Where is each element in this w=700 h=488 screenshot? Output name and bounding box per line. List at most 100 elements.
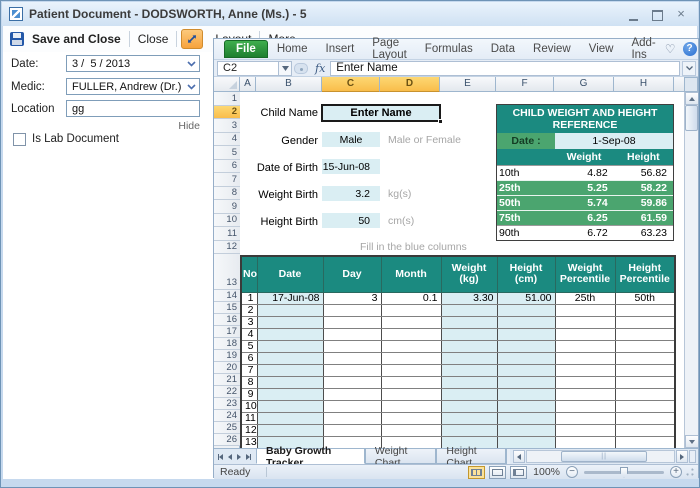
growth-cell[interactable] [257, 412, 323, 424]
row-header-7[interactable]: 7 [214, 173, 240, 187]
hscroll-right-icon[interactable] [676, 450, 688, 463]
growth-cell[interactable]: 0.1 [381, 292, 441, 304]
ribbon-tab-review[interactable]: Review [524, 41, 580, 57]
vertical-scroll-thumb[interactable] [685, 105, 698, 131]
column-header-g[interactable]: G [554, 77, 614, 92]
row-header-11[interactable]: 11 [214, 227, 240, 241]
growth-cell[interactable] [555, 388, 615, 400]
row-header-17[interactable]: 17 [214, 326, 240, 338]
growth-cell[interactable] [555, 328, 615, 340]
growth-cell[interactable] [497, 328, 555, 340]
zoom-in-icon[interactable]: + [670, 466, 682, 478]
close-icon[interactable]: × [674, 8, 688, 20]
growth-cell[interactable] [615, 340, 675, 352]
sheet-tab-baby-growth-tracker[interactable]: Baby Growth Tracker [256, 449, 365, 464]
growth-cell[interactable] [615, 364, 675, 376]
prev-sheet-icon[interactable] [228, 454, 232, 460]
location-input[interactable]: gg [66, 100, 200, 117]
fill-handle[interactable] [438, 119, 443, 124]
growth-cell[interactable] [615, 424, 675, 436]
growth-cell[interactable] [441, 376, 497, 388]
chevron-down-icon[interactable] [184, 79, 199, 94]
growth-cell[interactable] [555, 412, 615, 424]
zoom-out-icon[interactable]: − [566, 466, 578, 478]
growth-cell[interactable] [555, 436, 615, 448]
growth-cell[interactable] [323, 316, 381, 328]
row-header-21[interactable]: 21 [214, 374, 240, 386]
weight-birth-cell[interactable]: 3.2 [322, 186, 380, 201]
ribbon-tab-add-ins[interactable]: Add-Ins [622, 35, 664, 63]
growth-cell[interactable]: 1 [241, 292, 257, 304]
scroll-down-icon[interactable] [685, 435, 698, 448]
insert-function-icon[interactable]: fx [310, 62, 330, 75]
normal-view-button[interactable] [468, 466, 485, 479]
growth-cell[interactable] [257, 388, 323, 400]
next-sheet-icon[interactable] [237, 454, 241, 460]
growth-cell[interactable] [381, 340, 441, 352]
growth-cell[interactable]: 11 [241, 412, 257, 424]
growth-cell[interactable] [555, 316, 615, 328]
growth-cell[interactable]: 8 [241, 376, 257, 388]
maximize-icon[interactable] [650, 8, 664, 20]
growth-cell[interactable]: 10 [241, 400, 257, 412]
growth-cell[interactable] [441, 304, 497, 316]
sheet-tab-weight-chart[interactable]: Weight Chart [365, 449, 436, 464]
growth-cell[interactable] [323, 400, 381, 412]
row-header-20[interactable]: 20 [214, 362, 240, 374]
growth-cell[interactable] [615, 400, 675, 412]
ribbon-tab-view[interactable]: View [580, 41, 623, 57]
growth-cell[interactable] [555, 340, 615, 352]
ribbon-tab-formulas[interactable]: Formulas [416, 41, 482, 57]
row-header-1[interactable]: 1 [214, 92, 240, 106]
name-box[interactable]: C2 [217, 61, 279, 76]
growth-cell[interactable] [497, 424, 555, 436]
growth-cell[interactable] [381, 388, 441, 400]
growth-cell[interactable] [441, 340, 497, 352]
row-header-26[interactable]: 26 [214, 434, 240, 446]
row-header-19[interactable]: 19 [214, 350, 240, 362]
help-icon[interactable]: ? [683, 42, 697, 56]
column-header-a[interactable]: A [240, 77, 256, 92]
growth-cell[interactable] [323, 328, 381, 340]
growth-cell[interactable] [381, 412, 441, 424]
tab-split-handle[interactable] [506, 449, 511, 464]
zoom-slider[interactable] [584, 471, 664, 474]
growth-cell[interactable] [615, 352, 675, 364]
growth-cell[interactable] [381, 352, 441, 364]
row-header-4[interactable]: 4 [214, 133, 240, 147]
growth-cell[interactable]: 9 [241, 388, 257, 400]
row-header-25[interactable]: 25 [214, 422, 240, 434]
hide-link[interactable]: Hide [163, 120, 200, 132]
zoom-level[interactable]: 100% [533, 466, 560, 478]
formula-bar-splitter[interactable] [294, 63, 308, 74]
growth-cell[interactable] [381, 424, 441, 436]
growth-cell[interactable] [615, 436, 675, 448]
growth-cell[interactable] [441, 412, 497, 424]
growth-cell[interactable] [555, 352, 615, 364]
growth-cell[interactable] [381, 400, 441, 412]
scroll-up-icon[interactable] [685, 92, 698, 105]
growth-cell[interactable] [441, 352, 497, 364]
growth-cell[interactable] [497, 364, 555, 376]
growth-cell[interactable]: 51.00 [497, 292, 555, 304]
growth-cell[interactable] [323, 376, 381, 388]
growth-cell[interactable] [381, 304, 441, 316]
growth-cell[interactable] [615, 376, 675, 388]
growth-cell[interactable] [323, 388, 381, 400]
date-input[interactable]: 3 / 5 / 2013 [66, 55, 200, 72]
minimize-icon[interactable] [626, 8, 640, 20]
ribbon-tab-page-layout[interactable]: Page Layout [363, 35, 416, 63]
ribbon-tab-home[interactable]: Home [268, 41, 317, 57]
close-button[interactable]: Close [130, 32, 177, 46]
growth-cell[interactable] [381, 328, 441, 340]
growth-cell[interactable] [497, 340, 555, 352]
growth-cell[interactable] [257, 400, 323, 412]
row-header-16[interactable]: 16 [214, 314, 240, 326]
hscroll-left-icon[interactable] [513, 450, 525, 463]
growth-cell[interactable]: 3.30 [441, 292, 497, 304]
medic-input[interactable]: FULLER, Andrew (Dr.) [66, 78, 200, 95]
growth-cell[interactable] [555, 424, 615, 436]
growth-cell[interactable] [615, 304, 675, 316]
growth-cell[interactable] [497, 388, 555, 400]
page-break-view-button[interactable] [510, 466, 527, 479]
